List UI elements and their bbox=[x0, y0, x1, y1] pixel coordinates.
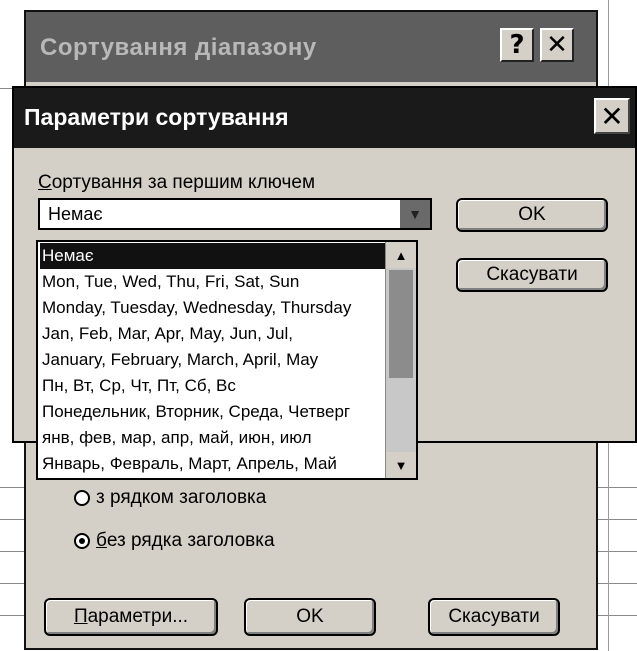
cancel-button[interactable]: Скасувати bbox=[428, 598, 560, 636]
list-item[interactable]: Monday, Tuesday, Wednesday, Thursday bbox=[40, 295, 386, 321]
list-item[interactable]: янв, фев, мар, апр, май, июн, июл bbox=[40, 425, 386, 451]
ok-label: OK bbox=[296, 606, 324, 627]
options-ok-label: OK bbox=[518, 204, 546, 225]
dropdown-scrollbar[interactable]: ▲ ▼ bbox=[385, 242, 416, 478]
list-item[interactable]: Понедельник, Вторник, Среда, Четверг bbox=[40, 399, 386, 425]
first-key-label: Сортування за першим ключем bbox=[38, 172, 315, 194]
combo-dropdown-button[interactable]: ▼ bbox=[400, 200, 430, 228]
first-key-combo[interactable]: Немає ▼ bbox=[38, 198, 432, 230]
radio-selected-icon bbox=[74, 533, 90, 549]
ok-button[interactable]: OK bbox=[244, 598, 376, 636]
params-label: араметри... bbox=[87, 606, 189, 627]
chevron-down-icon: ▼ bbox=[408, 206, 422, 222]
radio-with-header-label: з рядком заголовка bbox=[96, 487, 267, 508]
list-item[interactable]: Mon, Tue, Wed, Thu, Fri, Sat, Sun bbox=[40, 269, 386, 295]
options-ok-button[interactable]: OK bbox=[456, 198, 608, 232]
sort-range-close-button[interactable]: ✕ bbox=[540, 28, 574, 62]
list-item[interactable]: Январь, Февраль, Март, Апрель, Май bbox=[40, 451, 386, 477]
first-key-label-text: ортування за першим ключем bbox=[51, 172, 316, 193]
sort-range-title: Сортування діапазону bbox=[40, 34, 317, 61]
close-icon: ✕ bbox=[546, 30, 568, 60]
sort-options-close-button[interactable]: ✕ bbox=[594, 98, 630, 134]
radio-without-header-label: ез рядка заголовка bbox=[106, 530, 275, 551]
list-item[interactable]: Jan, Feb, Mar, Apr, May, Jun, Jul, bbox=[40, 321, 386, 347]
list-item[interactable]: Немає bbox=[40, 243, 386, 269]
chevron-down-icon: ▼ bbox=[394, 457, 408, 473]
radio-circle-icon bbox=[74, 490, 90, 506]
radio-with-header[interactable]: з рядком заголовка bbox=[74, 487, 266, 509]
scrollbar-thumb[interactable] bbox=[389, 270, 413, 378]
cancel-label: Скасувати bbox=[448, 606, 540, 627]
params-mnemonic: П bbox=[73, 606, 88, 627]
help-icon: ? bbox=[509, 30, 525, 60]
sort-options-titlebar: Параметри сортування ✕ bbox=[14, 88, 635, 148]
list-item[interactable]: Пн, Вт, Ср, Чт, Пт, Сб, Вс bbox=[40, 373, 386, 399]
close-icon: ✕ bbox=[600, 99, 624, 133]
options-cancel-button[interactable]: Скасувати bbox=[456, 258, 608, 292]
help-button[interactable]: ? bbox=[500, 28, 534, 62]
radio-without-header-mnemonic: б bbox=[96, 530, 107, 551]
params-button[interactable]: Параметри... bbox=[44, 598, 218, 636]
sort-options-title: Параметри сортування bbox=[24, 104, 289, 130]
list-item[interactable]: January, February, March, April, May bbox=[40, 347, 386, 373]
first-key-dropdown-list[interactable]: Немає Mon, Tue, Wed, Thu, Fri, Sat, Sun … bbox=[36, 240, 418, 480]
first-key-combo-value: Немає bbox=[48, 204, 103, 224]
sort-range-titlebar: Сортування діапазону ? ✕ bbox=[26, 12, 596, 82]
scroll-down-button[interactable]: ▼ bbox=[386, 452, 416, 478]
radio-without-header[interactable]: б ез рядка заголовка bbox=[74, 530, 275, 552]
options-cancel-label: Скасувати bbox=[486, 264, 578, 285]
scroll-up-button[interactable]: ▲ bbox=[386, 242, 416, 268]
chevron-up-icon: ▲ bbox=[394, 247, 408, 263]
first-key-mnemonic: С bbox=[38, 172, 52, 193]
